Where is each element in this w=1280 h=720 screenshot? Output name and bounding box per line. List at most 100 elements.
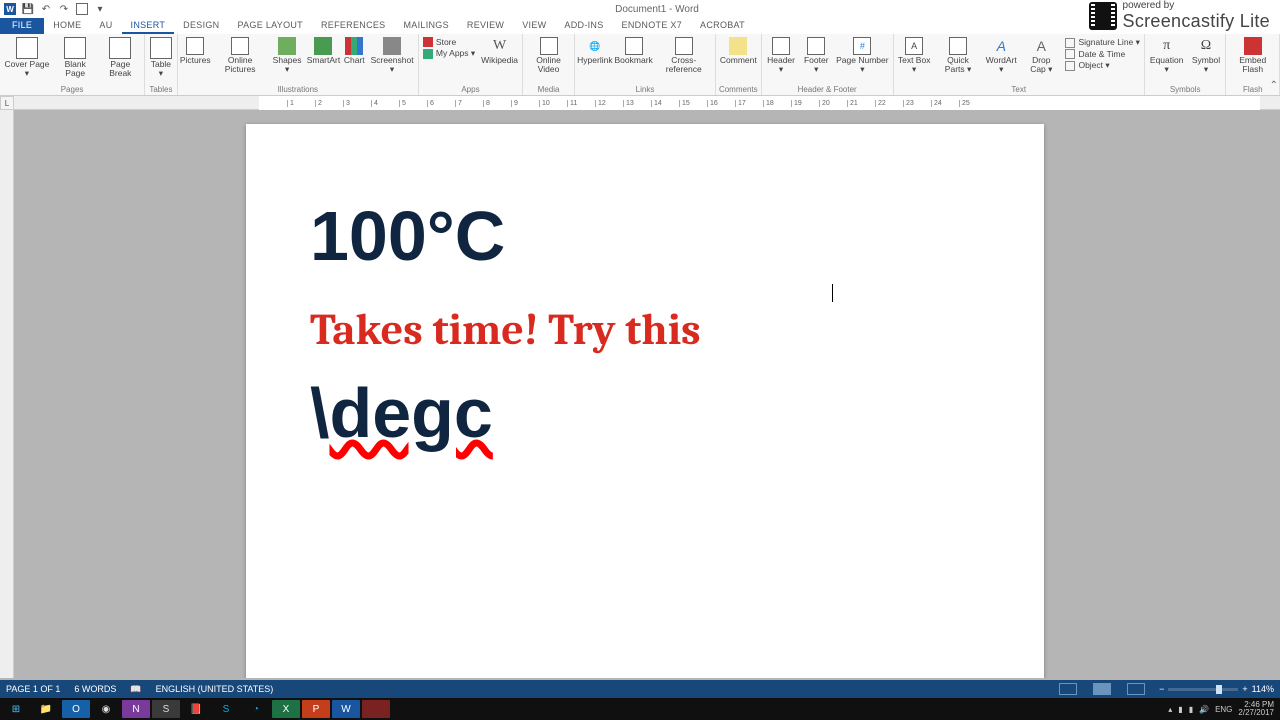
online-video-button[interactable]: Online Video [524, 36, 573, 75]
sublime-icon[interactable]: S [152, 700, 180, 718]
new-icon[interactable] [76, 3, 88, 15]
group-tables: Table ▾ Tables [145, 34, 178, 95]
symbol-button[interactable]: ΩSymbol ▾ [1188, 36, 1225, 75]
tabstop-selector[interactable]: L [0, 96, 14, 110]
page-break-button[interactable]: Page Break [98, 36, 144, 79]
save-icon[interactable]: 💾 [22, 3, 34, 15]
document-area: 100°C Takes time! Try this \degc [14, 110, 1280, 678]
tab-mailings[interactable]: MAILINGS [394, 18, 457, 34]
myapps-button[interactable]: My Apps ▾ [423, 48, 475, 59]
zoom-in-icon[interactable]: + [1242, 684, 1247, 694]
embed-flash-button[interactable]: Embed Flash [1227, 36, 1278, 75]
store-button[interactable]: Store [423, 37, 475, 47]
tab-design[interactable]: DESIGN [174, 18, 228, 34]
zoom-level[interactable]: 114% [1252, 684, 1274, 694]
tray-network-icon[interactable]: ▮ [1189, 705, 1193, 714]
datetime-button[interactable]: Date & Time [1065, 49, 1139, 59]
excel-icon[interactable]: X [272, 700, 300, 718]
dropcap-button[interactable]: ADrop Cap ▾ [1020, 36, 1062, 75]
footer-button[interactable]: Footer ▾ [799, 36, 833, 75]
chrome-icon[interactable]: ◉ [92, 700, 120, 718]
undo-icon[interactable]: ↶ [40, 3, 52, 15]
quickparts-button[interactable]: Quick Parts ▾ [934, 36, 983, 75]
wordart-button[interactable]: AWordArt ▾ [982, 36, 1020, 75]
explorer-icon[interactable]: 📁 [32, 700, 60, 718]
tab-addins[interactable]: ADD-INS [555, 18, 612, 34]
outlook-icon[interactable]: O [62, 700, 90, 718]
tray-clock[interactable]: 2:46 PM2/27/2017 [1238, 701, 1274, 717]
ruler-horizontal[interactable]: 1234567891011121314151617181920212223242… [14, 96, 1280, 110]
equation-button[interactable]: πEquation ▾ [1146, 36, 1188, 75]
onenote-icon[interactable]: N [122, 700, 150, 718]
overlay-line1: powered by [1123, 0, 1270, 11]
tab-home[interactable]: HOME [44, 18, 90, 34]
status-language[interactable]: ENGLISH (UNITED STATES) [156, 684, 274, 694]
status-words[interactable]: 6 WORDS [74, 684, 116, 694]
bookmark-button[interactable]: Bookmark [614, 36, 654, 66]
tab-au[interactable]: AU [90, 18, 121, 34]
table-button[interactable]: Table ▾ [146, 36, 176, 79]
tray-up-icon[interactable]: ▴ [1168, 705, 1172, 714]
lync-icon[interactable]: ◔ [242, 700, 270, 718]
tray-battery-icon[interactable]: ▮ [1178, 705, 1182, 714]
view-print-icon[interactable] [1093, 683, 1111, 695]
cover-page-button[interactable]: Cover Page ▾ [1, 36, 53, 79]
tab-acrobat[interactable]: ACROBAT [691, 18, 754, 34]
hyperlink-button[interactable]: 🌐Hyperlink [576, 36, 614, 66]
doc-line-2: Takes time! Try this [310, 304, 980, 355]
group-apps: Store My Apps ▾ WWikipedia Apps [419, 34, 523, 95]
zoom-out-icon[interactable]: − [1159, 684, 1164, 694]
view-read-icon[interactable] [1059, 683, 1077, 695]
status-spellcheck-icon[interactable]: 📖 [130, 684, 141, 695]
header-button[interactable]: Header ▾ [763, 36, 800, 75]
signature-button[interactable]: Signature Line ▾ [1065, 37, 1139, 48]
screenshot-button[interactable]: Screenshot ▾ [367, 36, 417, 75]
chart-button[interactable]: Chart [341, 36, 367, 66]
skype-icon[interactable]: S [212, 700, 240, 718]
page[interactable]: 100°C Takes time! Try this \degc [246, 124, 1044, 678]
object-button[interactable]: Object ▾ [1065, 60, 1139, 71]
online-pictures-button[interactable]: Online Pictures [212, 36, 269, 75]
wikipedia-button[interactable]: WWikipedia [478, 36, 521, 66]
tab-file[interactable]: FILE [0, 18, 44, 34]
doc-line-1: 100°C [310, 196, 980, 276]
crossref-button[interactable]: Cross-reference [654, 36, 714, 75]
group-comments: Comment Comments [716, 34, 762, 95]
window-title: Document1 - Word [106, 4, 1208, 15]
tab-review[interactable]: REVIEW [458, 18, 513, 34]
blank-page-button[interactable]: Blank Page [53, 36, 98, 79]
view-web-icon[interactable] [1127, 683, 1145, 695]
group-label-comments: Comments [716, 85, 761, 95]
tab-insert[interactable]: INSERT [122, 18, 175, 34]
start-button[interactable]: ⊞ [2, 700, 30, 718]
tray-volume-icon[interactable]: 🔊 [1199, 705, 1209, 714]
ruler-vertical[interactable] [0, 110, 14, 678]
group-pages: Cover Page ▾ Blank Page Page Break Pages [0, 34, 145, 95]
textbox-button[interactable]: AText Box ▾ [895, 36, 934, 75]
zoom-slider[interactable]: − + 114% [1159, 684, 1274, 694]
collapse-ribbon-icon[interactable]: ⌃ [1270, 80, 1278, 91]
shapes-button[interactable]: Shapes ▾ [268, 36, 305, 75]
comment-button[interactable]: Comment [717, 36, 760, 66]
word-taskbar-icon[interactable]: W [332, 700, 360, 718]
status-page[interactable]: PAGE 1 OF 1 [6, 684, 60, 694]
tab-view[interactable]: VIEW [513, 18, 555, 34]
redo-icon[interactable]: ↷ [58, 3, 70, 15]
smartart-button[interactable]: SmartArt [306, 36, 342, 66]
taskbar: ⊞ 📁 O ◉ N S 📕 S ◔ X P W ▴ ▮ ▮ 🔊 ENG 2:46… [0, 698, 1280, 720]
group-label-tables: Tables [145, 85, 177, 95]
pictures-button[interactable]: Pictures [179, 36, 212, 66]
group-label-pages: Pages [0, 85, 144, 95]
powerpoint-icon[interactable]: P [302, 700, 330, 718]
overlay-line2: Screencastify Lite [1123, 11, 1270, 32]
tab-pagelayout[interactable]: PAGE LAYOUT [228, 18, 311, 34]
system-tray: ▴ ▮ ▮ 🔊 ENG 2:46 PM2/27/2017 [1168, 701, 1278, 717]
group-illustrations: Pictures Online Pictures Shapes ▾ SmartA… [178, 34, 419, 95]
qat-more-icon[interactable]: ▾ [94, 3, 106, 15]
pagenumber-button[interactable]: #Page Number ▾ [833, 36, 891, 75]
recording-icon[interactable] [362, 700, 390, 718]
tab-endnote[interactable]: EndNote X7 [613, 18, 692, 34]
reader-icon[interactable]: 📕 [182, 700, 210, 718]
tab-references[interactable]: REFERENCES [312, 18, 395, 34]
tray-lang[interactable]: ENG [1215, 705, 1232, 714]
